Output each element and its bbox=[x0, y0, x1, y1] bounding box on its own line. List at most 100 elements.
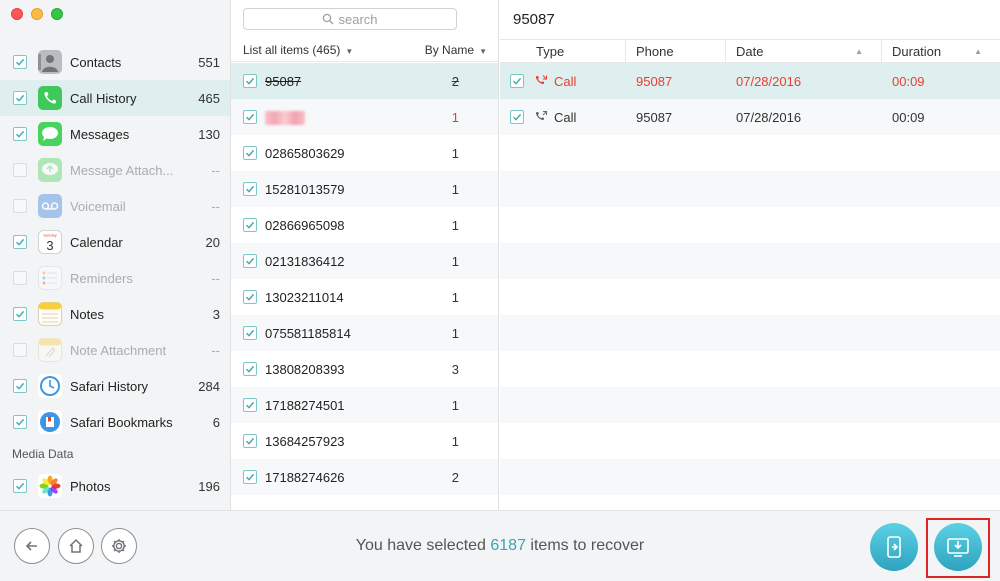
sidebar-item-calendar[interactable]: Sunday 3 Calendar 20 bbox=[0, 224, 230, 260]
call-type: Call bbox=[554, 73, 577, 89]
list-item[interactable]: 17188274626 2 bbox=[231, 459, 498, 495]
sidebar-item-count: -- bbox=[211, 198, 220, 214]
checkbox[interactable] bbox=[243, 434, 257, 448]
sort-ascending-icon: ▲ bbox=[974, 46, 982, 56]
sidebar-item-label: Reminders bbox=[70, 270, 133, 286]
checkbox[interactable] bbox=[243, 470, 257, 484]
checkbox[interactable] bbox=[243, 146, 257, 160]
list-item-count: 1 bbox=[451, 433, 459, 449]
sidebar-item-message-attachments[interactable]: Message Attach... -- bbox=[0, 152, 230, 188]
checkbox[interactable] bbox=[13, 91, 27, 105]
sidebar-item-call-history[interactable]: Call History 465 bbox=[0, 80, 230, 116]
checkbox[interactable] bbox=[13, 343, 27, 357]
table-row-empty bbox=[500, 423, 1000, 459]
sidebar-item-count: -- bbox=[211, 270, 220, 286]
list-item[interactable]: 02865803629 1 bbox=[231, 135, 498, 171]
recover-to-device-button[interactable] bbox=[870, 523, 918, 571]
safari-history-icon bbox=[38, 374, 62, 398]
checkbox[interactable] bbox=[243, 362, 257, 376]
checkbox[interactable] bbox=[243, 398, 257, 412]
app-window: Contacts 551 Call History 465 Messages 1… bbox=[0, 0, 1000, 581]
checkbox[interactable] bbox=[243, 290, 257, 304]
sidebar-item-count: 465 bbox=[198, 90, 220, 106]
list-item[interactable]: 075581185814 1 bbox=[231, 315, 498, 351]
sort-label: By Name bbox=[424, 42, 475, 57]
list-item[interactable]: 95087 2 bbox=[231, 63, 498, 99]
cell-date: 07/28/2016 bbox=[736, 109, 802, 125]
search-icon bbox=[323, 13, 334, 25]
minimize-window-button[interactable] bbox=[31, 8, 43, 20]
maximize-window-button[interactable] bbox=[51, 8, 63, 20]
column-header-phone[interactable]: Phone bbox=[626, 40, 726, 62]
list-item-count: 1 bbox=[451, 289, 459, 305]
checkbox[interactable] bbox=[13, 199, 27, 213]
list-item[interactable]: 17188274501 1 bbox=[231, 387, 498, 423]
sidebar-item-messages[interactable]: Messages 130 bbox=[0, 116, 230, 152]
voicemail-icon bbox=[38, 194, 62, 218]
checkbox[interactable] bbox=[243, 254, 257, 268]
cell-phone: 95087 bbox=[636, 109, 673, 125]
list-item-number: 17188274501 bbox=[265, 397, 345, 413]
table-row[interactable]: Call 95087 07/28/2016 00:09 bbox=[500, 63, 1000, 99]
checkbox[interactable] bbox=[13, 415, 27, 429]
checkbox[interactable] bbox=[510, 110, 524, 124]
list-item[interactable]: 13808208393 3 bbox=[231, 351, 498, 387]
column-label: Duration bbox=[892, 43, 942, 59]
checkbox[interactable] bbox=[13, 163, 27, 177]
checkbox[interactable] bbox=[13, 307, 27, 321]
list-item[interactable]: 02131836412 1 bbox=[231, 243, 498, 279]
selected-count: 6187 bbox=[490, 537, 526, 554]
chevron-down-icon: ▼ bbox=[479, 46, 487, 56]
search-input[interactable]: search bbox=[243, 8, 457, 30]
sidebar-item-notes[interactable]: Notes 3 bbox=[0, 296, 230, 332]
checkbox[interactable] bbox=[243, 326, 257, 340]
checkbox[interactable] bbox=[13, 379, 27, 393]
checkbox[interactable] bbox=[510, 74, 524, 88]
list-header: List all items (465) ▼ By Name ▼ bbox=[231, 38, 498, 62]
section-header-media: Media Data bbox=[12, 447, 74, 461]
photos-icon bbox=[38, 474, 62, 498]
sidebar-item-safari-history[interactable]: Safari History 284 bbox=[0, 368, 230, 404]
sidebar-item-voicemail[interactable]: Voicemail -- bbox=[0, 188, 230, 224]
sidebar-item-count: 284 bbox=[198, 378, 220, 394]
column-header-date[interactable]: Date ▲ bbox=[726, 40, 882, 62]
list-item[interactable]: 13023211014 1 bbox=[231, 279, 498, 315]
checkbox[interactable] bbox=[243, 182, 257, 196]
sidebar-item-safari-bookmarks[interactable]: Safari Bookmarks 6 bbox=[0, 404, 230, 440]
checkbox[interactable] bbox=[13, 479, 27, 493]
sort-dropdown[interactable]: By Name ▼ bbox=[425, 43, 487, 57]
column-header-duration[interactable]: Duration ▲ bbox=[882, 40, 1000, 62]
safari-bookmarks-icon bbox=[38, 410, 62, 434]
sidebar-item-reminders[interactable]: Reminders -- bbox=[0, 260, 230, 296]
sidebar-item-count: -- bbox=[211, 162, 220, 178]
table-header: Type Phone Date ▲ Duration ▲ bbox=[500, 39, 1000, 63]
contacts-icon bbox=[38, 50, 62, 74]
checkbox[interactable] bbox=[243, 110, 257, 124]
checkbox[interactable] bbox=[13, 55, 27, 69]
column-header-type[interactable]: Type bbox=[500, 40, 626, 62]
list-item[interactable]: 02866965098 1 bbox=[231, 207, 498, 243]
calendar-weekday: Sunday bbox=[43, 233, 57, 238]
sidebar-item-contacts[interactable]: Contacts 551 bbox=[0, 44, 230, 80]
checkbox[interactable] bbox=[243, 74, 257, 88]
sidebar-item-label: Voicemail bbox=[70, 198, 126, 214]
checkbox[interactable] bbox=[13, 127, 27, 141]
checkbox[interactable] bbox=[13, 271, 27, 285]
list-item[interactable]: 13684257923 1 bbox=[231, 423, 498, 459]
list-item[interactable]: 15281013579 1 bbox=[231, 171, 498, 207]
redacted-blur bbox=[265, 110, 305, 125]
checkbox[interactable] bbox=[243, 218, 257, 232]
list-filter-dropdown[interactable]: List all items (465) ▼ bbox=[243, 43, 353, 57]
sort-ascending-icon: ▲ bbox=[855, 46, 863, 56]
messages-icon bbox=[38, 122, 62, 146]
reminders-icon bbox=[38, 266, 62, 290]
close-window-button[interactable] bbox=[11, 8, 23, 20]
sidebar-item-photos[interactable]: Photos 196 bbox=[0, 468, 230, 504]
list-item[interactable]: 1 bbox=[231, 99, 498, 135]
list-item-number-redacted bbox=[265, 109, 439, 125]
checkbox[interactable] bbox=[13, 235, 27, 249]
sidebar-item-label: Note Attachment bbox=[70, 342, 167, 358]
call-table: Call 95087 07/28/2016 00:09 Call 95087 0… bbox=[500, 63, 1000, 495]
sidebar-item-note-attachment[interactable]: Note Attachment -- bbox=[0, 332, 230, 368]
table-row[interactable]: Call 95087 07/28/2016 00:09 bbox=[500, 99, 1000, 135]
